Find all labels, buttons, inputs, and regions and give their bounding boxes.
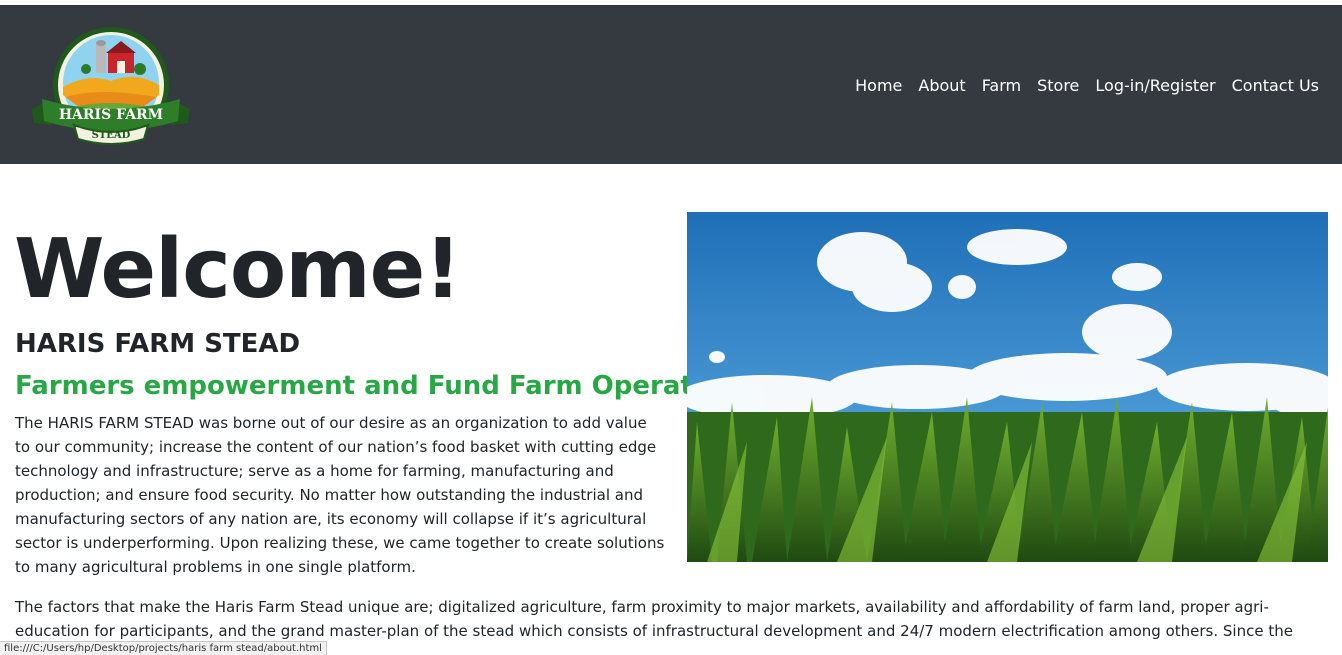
status-bar-url: file:///C:/Users/hp/Desktop/projects/har… — [0, 641, 327, 655]
cornfield-sky-image — [687, 212, 1328, 562]
nav-link-farm[interactable]: Farm — [974, 76, 1029, 96]
intro-paragraph: The HARIS FARM STEAD was borne out of ou… — [15, 414, 665, 576]
nav-link-home[interactable]: Home — [847, 76, 910, 96]
logo-text-line2: STEAD — [92, 130, 131, 141]
navbar: HARIS FARM STEAD Home About Farm Store L… — [0, 5, 1342, 164]
haris-farm-logo[interactable]: HARIS FARM STEAD — [28, 25, 194, 151]
welcome-heading: Welcome! — [14, 222, 462, 317]
main-nav: Home About Farm Store Log-in/Register Co… — [847, 76, 1319, 96]
nav-link-contact-us[interactable]: Contact Us — [1224, 76, 1319, 96]
page-subtitle: HARIS FARM STEAD — [15, 329, 301, 359]
nav-link-about[interactable]: About — [910, 76, 973, 96]
nav-link-store[interactable]: Store — [1029, 76, 1087, 96]
tagline: Farmers empowerment and Fund Farm Operat… — [15, 371, 754, 401]
logo-text-line1: HARIS FARM — [59, 107, 163, 123]
nav-link-login-register[interactable]: Log-in/Register — [1087, 76, 1223, 96]
